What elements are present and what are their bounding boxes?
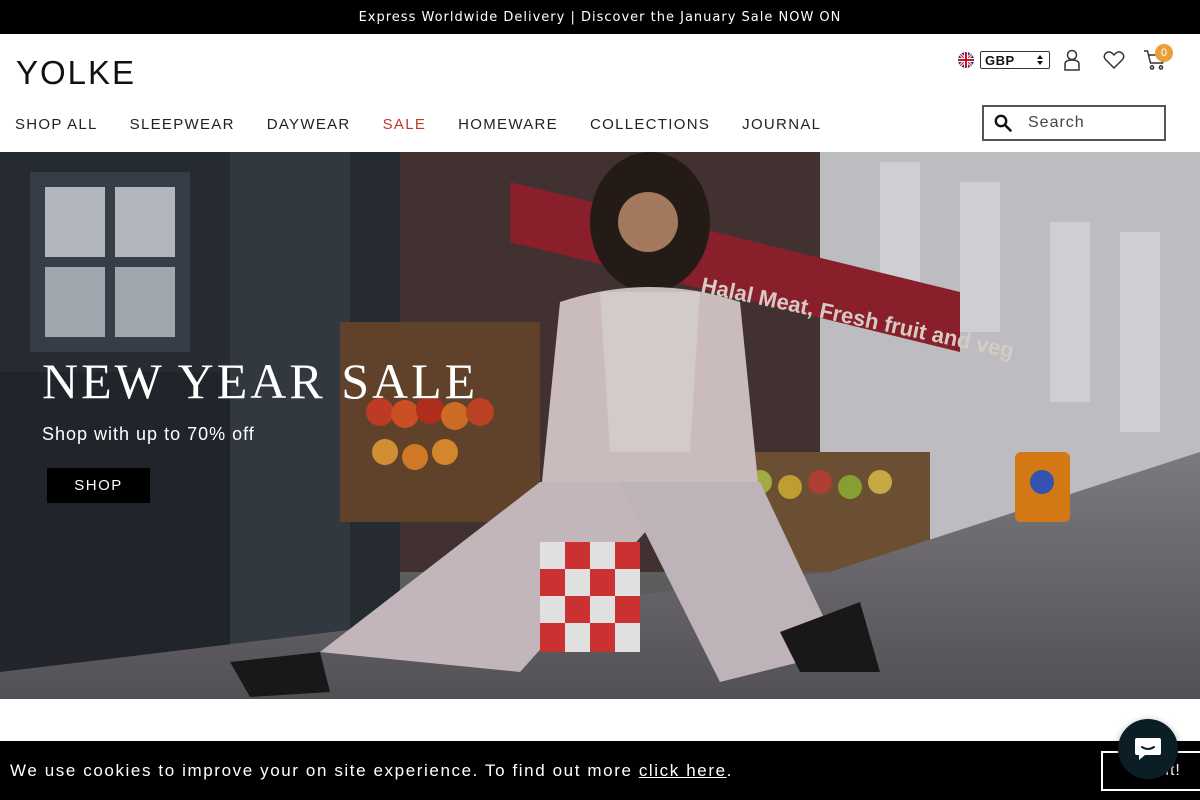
announcement-bar: Express Worldwide Delivery | Discover th… xyxy=(0,0,1200,34)
nav-item-collections[interactable]: COLLECTIONS xyxy=(590,116,710,133)
nav-item-shop-all[interactable]: SHOP ALL xyxy=(15,116,98,133)
hero-banner[interactable]: Halal Meat, Fresh fruit and veg NEW YEAR… xyxy=(0,152,1200,699)
chat-button[interactable] xyxy=(1118,719,1178,779)
announcement-text: Express Worldwide Delivery | Discover th… xyxy=(358,9,842,25)
hero-subtitle: Shop with up to 70% off xyxy=(42,424,255,444)
cookie-text: We use cookies to improve your on site e… xyxy=(10,760,639,780)
nav-item-sleepwear[interactable]: SLEEPWEAR xyxy=(130,116,235,133)
site-header: YOLKE GBP 0 SHOP ALL SLEEPWEAR DAYWEAR S… xyxy=(0,34,1200,152)
uk-flag-icon xyxy=(958,52,974,68)
chat-bubble-icon xyxy=(1135,738,1161,760)
currency-value: GBP xyxy=(985,52,1015,68)
search-icon[interactable] xyxy=(994,114,1012,132)
nav-item-daywear[interactable]: DAYWEAR xyxy=(267,116,351,133)
search-box[interactable] xyxy=(982,105,1166,141)
currency-selector[interactable]: GBP xyxy=(958,51,1050,69)
nav-item-sale[interactable]: SALE xyxy=(383,116,427,133)
cookie-message: We use cookies to improve your on site e… xyxy=(10,761,733,781)
select-arrows-icon xyxy=(1036,54,1044,66)
account-icon[interactable] xyxy=(1060,48,1084,72)
main-nav: SHOP ALL SLEEPWEAR DAYWEAR SALE HOMEWARE… xyxy=(15,116,853,133)
nav-item-journal[interactable]: JOURNAL xyxy=(742,116,821,133)
cookie-text-suffix: . xyxy=(726,760,733,780)
cookie-more-link[interactable]: click here xyxy=(639,761,727,780)
logo[interactable]: YOLKE xyxy=(16,54,136,92)
hero-shop-button[interactable]: SHOP xyxy=(47,468,150,503)
nav-item-homeware[interactable]: HOMEWARE xyxy=(458,116,558,133)
wishlist-heart-icon[interactable] xyxy=(1102,48,1126,72)
cookie-banner: We use cookies to improve your on site e… xyxy=(0,741,1200,800)
search-input[interactable] xyxy=(1028,114,1158,132)
hero-title: NEW YEAR SALE xyxy=(42,353,479,409)
cart-count-badge: 0 xyxy=(1155,44,1173,62)
currency-select[interactable]: GBP xyxy=(980,51,1050,69)
